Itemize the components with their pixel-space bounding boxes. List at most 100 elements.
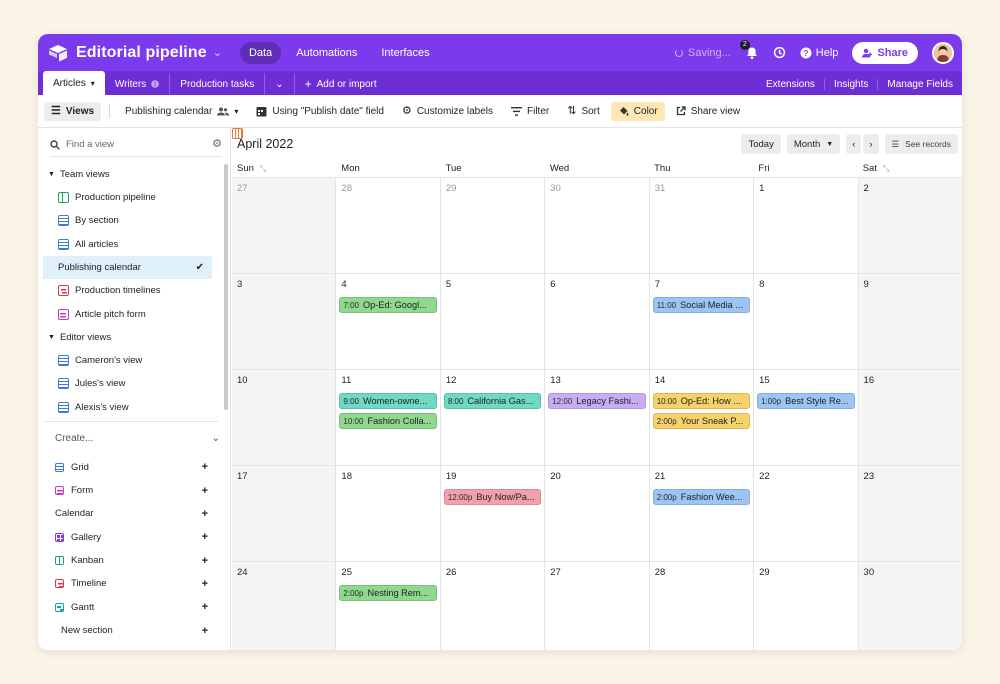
chevron-down-icon[interactable]: ▾ bbox=[91, 79, 95, 88]
day-cell[interactable]: 1 bbox=[754, 178, 859, 273]
views-button[interactable]: ☰ Views bbox=[44, 101, 102, 121]
tab-production-tasks[interactable]: Production tasks bbox=[170, 73, 266, 95]
team-views-header[interactable]: ▼ Team views bbox=[38, 163, 230, 186]
day-cell[interactable]: 19 12:00p Buy Now/Pa... bbox=[441, 466, 546, 561]
notifications-button[interactable]: 2 bbox=[739, 39, 759, 60]
history-icon[interactable] bbox=[773, 46, 786, 59]
day-cell[interactable]: 4 7:00 Op-Ed: Googl... bbox=[336, 274, 441, 369]
day-cell[interactable]: 21 2:00p Fashion Wee... bbox=[650, 466, 755, 561]
view-juless-view[interactable]: Jules's view bbox=[38, 372, 212, 395]
app-logo-icon[interactable] bbox=[48, 44, 68, 62]
create-gantt[interactable]: Gantt + bbox=[38, 595, 230, 618]
create-form[interactable]: Form + bbox=[38, 479, 230, 502]
month-mode-select[interactable]: Month ▼ bbox=[786, 134, 841, 154]
manage-fields-button[interactable]: Manage Fields bbox=[877, 78, 962, 90]
day-cell[interactable]: 29 bbox=[754, 562, 859, 650]
event-card[interactable]: 12:00p Buy Now/Pa... bbox=[443, 489, 542, 505]
event-card[interactable]: 2:00p Nesting Rem... bbox=[339, 585, 437, 601]
create-header[interactable]: Create... ⌄ bbox=[38, 422, 230, 456]
event-card[interactable]: 10:00 Op-Ed: How ... bbox=[652, 393, 751, 409]
view-production-timelines[interactable]: Production timelines bbox=[38, 279, 212, 302]
see-records-button[interactable]: ☰ See records bbox=[884, 134, 958, 154]
day-cell[interactable]: 29 bbox=[441, 178, 546, 273]
sort-button[interactable]: ⇅ Sort bbox=[560, 102, 607, 121]
today-button[interactable]: Today bbox=[741, 134, 781, 154]
event-card[interactable]: 12:00 Legacy Fashi... bbox=[548, 393, 646, 409]
event-card[interactable]: 2:00p Fashion Wee... bbox=[652, 489, 751, 505]
editor-views-header[interactable]: ▼ Editor views bbox=[38, 326, 230, 349]
prev-month-button[interactable]: ‹ bbox=[846, 134, 862, 154]
day-cell[interactable]: 5 bbox=[441, 274, 546, 369]
customize-labels-button[interactable]: ⚙ Customize labels bbox=[395, 102, 500, 121]
share-button[interactable]: Share bbox=[852, 41, 918, 64]
view-production-pipeline[interactable]: Production pipeline bbox=[38, 186, 212, 209]
create-timeline[interactable]: Timeline + bbox=[38, 572, 230, 595]
day-cell[interactable]: 24 bbox=[232, 562, 337, 650]
collapse-weekend-icon[interactable]: ⤡ bbox=[260, 164, 266, 174]
day-cell[interactable]: 9 bbox=[858, 274, 962, 369]
day-cell[interactable]: 30 bbox=[858, 562, 962, 650]
day-cell[interactable]: 28 bbox=[336, 178, 441, 273]
day-cell[interactable]: 16 bbox=[858, 370, 962, 465]
event-card[interactable]: 11:00 Social Media ... bbox=[652, 297, 751, 313]
view-article-pitch-form[interactable]: Article pitch form bbox=[38, 302, 212, 325]
add-or-import-button[interactable]: + Add or import bbox=[295, 73, 387, 95]
day-cell[interactable]: 14 10:00 Op-Ed: How ... 2:00p Your Sneak P..… bbox=[650, 370, 755, 465]
search-input[interactable]: Find a view bbox=[66, 139, 114, 150]
create-kanban[interactable]: Kanban + bbox=[38, 549, 230, 572]
extensions-button[interactable]: Extensions bbox=[757, 79, 824, 90]
day-cell[interactable]: 22 bbox=[754, 466, 859, 561]
tab-writers[interactable]: Writers bbox=[105, 73, 171, 95]
nav-data[interactable]: Data bbox=[239, 41, 282, 64]
view-camerons-view[interactable]: Cameron's view bbox=[38, 349, 212, 372]
share-view-button[interactable]: Share view bbox=[669, 102, 747, 121]
day-cell[interactable]: 3 bbox=[232, 274, 337, 369]
chevron-down-icon[interactable]: ⌄ bbox=[213, 46, 222, 59]
next-month-button[interactable]: › bbox=[863, 134, 879, 154]
day-cell[interactable]: 15 1:00p Best Style Re... bbox=[754, 370, 859, 465]
day-cell[interactable]: 25 2:00p Nesting Rem... bbox=[336, 562, 441, 650]
day-cell[interactable]: 8 bbox=[754, 274, 859, 369]
help-button[interactable]: ? Help bbox=[800, 47, 838, 59]
event-card[interactable]: 7:00 Op-Ed: Googl... bbox=[339, 297, 437, 313]
day-cell[interactable]: 17 bbox=[232, 466, 337, 561]
day-cell[interactable]: 28 bbox=[650, 562, 755, 650]
view-alexiss-view[interactable]: Alexis's view bbox=[38, 395, 212, 418]
event-card[interactable]: 8:00 California Gas... bbox=[443, 393, 542, 409]
view-all-articles[interactable]: All articles bbox=[38, 233, 212, 256]
day-cell[interactable]: 31 bbox=[650, 178, 755, 273]
view-by-section[interactable]: By section bbox=[38, 209, 212, 232]
tab-articles[interactable]: Articles ▾ bbox=[43, 71, 105, 95]
view-publishing-calendar[interactable]: Publishing calendar ✔ bbox=[43, 222, 243, 280]
insights-button[interactable]: Insights bbox=[823, 78, 877, 90]
day-cell[interactable]: 27 bbox=[232, 178, 337, 273]
gear-icon[interactable]: ⚙ bbox=[212, 139, 222, 150]
day-cell[interactable]: 12 8:00 California Gas... bbox=[441, 370, 546, 465]
day-cell[interactable]: 11 9:00 Women-owne... 10:00 Fashion Colla... bbox=[336, 370, 441, 465]
new-section-button[interactable]: New section + bbox=[38, 619, 230, 643]
filter-button[interactable]: Filter bbox=[504, 102, 556, 121]
nav-automations[interactable]: Automations bbox=[287, 42, 366, 64]
day-cell[interactable]: 30 bbox=[545, 178, 650, 273]
event-card[interactable]: 1:00p Best Style Re... bbox=[757, 393, 855, 409]
base-title[interactable]: Editorial pipeline bbox=[76, 44, 207, 62]
nav-interfaces[interactable]: Interfaces bbox=[372, 42, 438, 64]
day-cell[interactable]: 10 bbox=[232, 370, 337, 465]
date-field-button[interactable]: Using "Publish date" field bbox=[249, 102, 391, 121]
create-gallery[interactable]: Gallery + bbox=[38, 526, 230, 549]
day-cell[interactable]: 20 bbox=[545, 466, 650, 561]
day-cell[interactable]: 6 bbox=[545, 274, 650, 369]
sidebar-scrollbar[interactable] bbox=[224, 164, 228, 410]
avatar[interactable] bbox=[932, 41, 954, 64]
all-tables-button[interactable]: ⌄ bbox=[265, 73, 295, 95]
event-card[interactable]: 2:00p Your Sneak P... bbox=[652, 413, 751, 429]
day-cell[interactable]: 27 bbox=[545, 562, 650, 650]
create-calendar[interactable]: Calendar + bbox=[38, 222, 241, 525]
day-cell[interactable]: 23 bbox=[858, 466, 962, 561]
collapse-weekend-icon[interactable]: ⤡ bbox=[883, 164, 889, 174]
event-card[interactable]: 10:00 Fashion Colla... bbox=[339, 413, 437, 429]
day-cell[interactable]: 26 bbox=[441, 562, 546, 650]
day-cell[interactable]: 18 bbox=[336, 466, 441, 561]
create-grid[interactable]: Grid + bbox=[38, 456, 230, 479]
day-cell[interactable]: 2 bbox=[858, 178, 962, 273]
